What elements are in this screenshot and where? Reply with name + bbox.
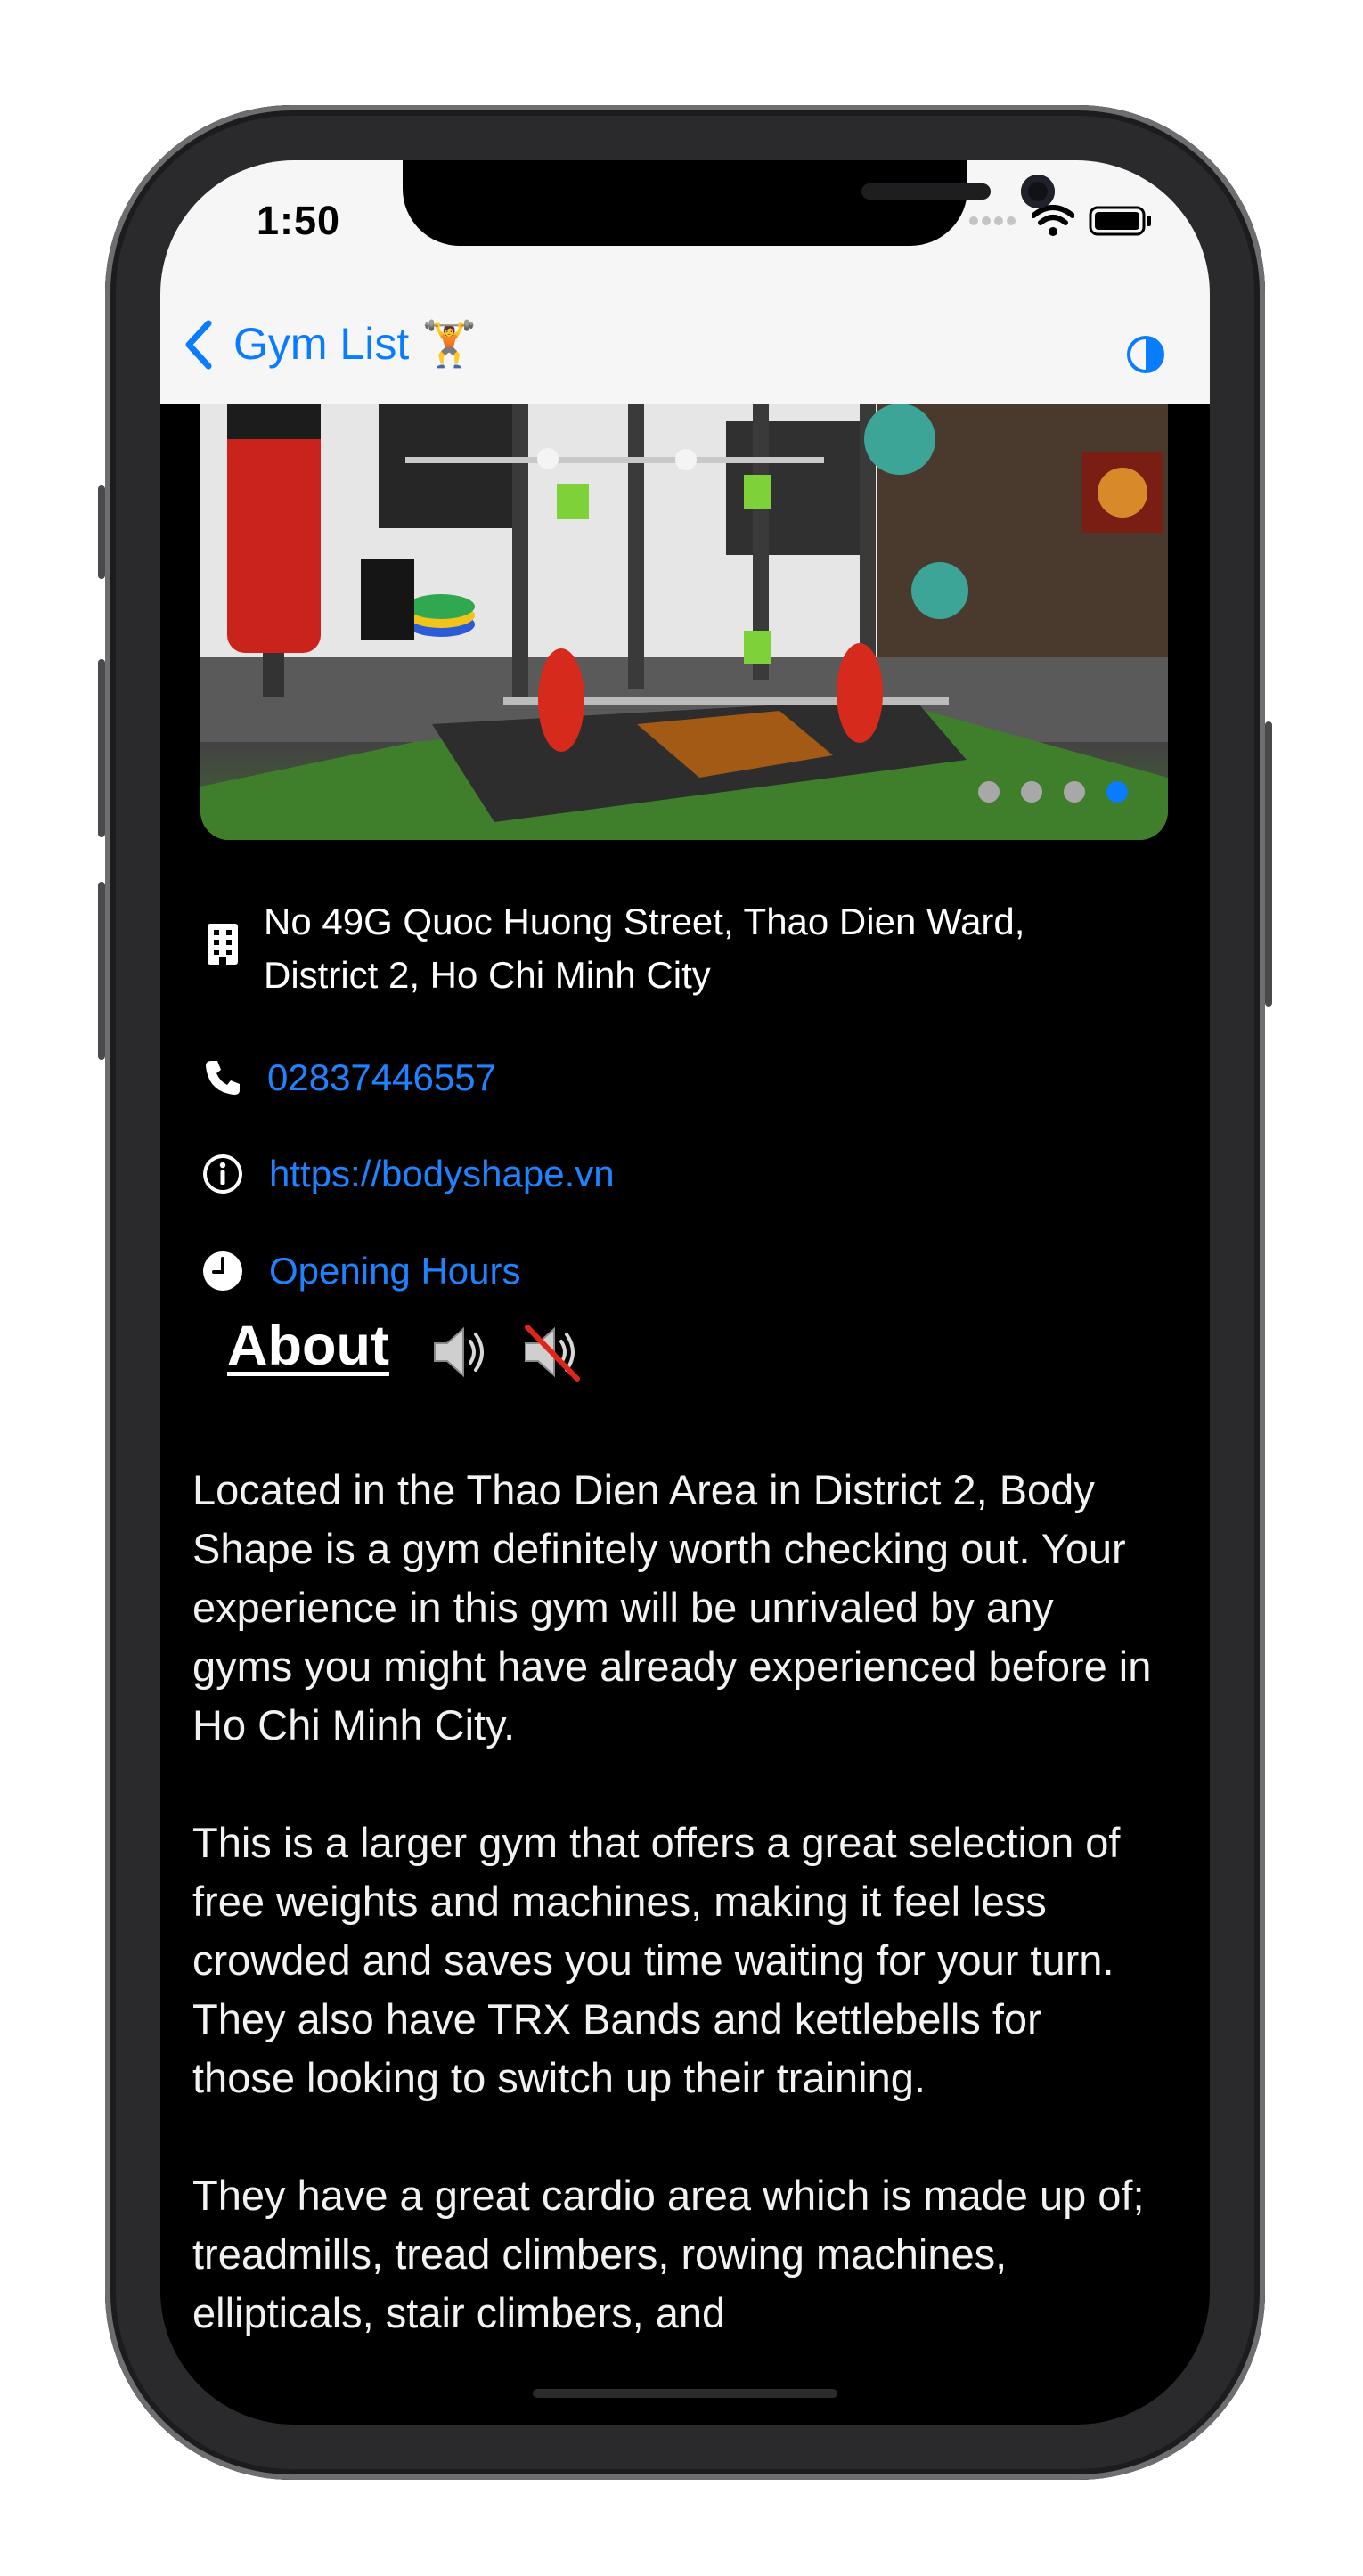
notch	[403, 160, 1055, 246]
mute-switch	[98, 485, 105, 579]
opening-hours-link[interactable]: Opening Hours	[269, 1244, 521, 1298]
about-paragraph: Located in the Thao Dien Area in Distric…	[192, 1466, 1152, 1749]
phone-icon	[200, 1056, 245, 1100]
back-button-label: Gym List 🏋️	[233, 319, 477, 369]
building-icon	[200, 922, 245, 966]
speaker-off-icon[interactable]	[518, 1320, 583, 1384]
navigation-bar: 1:50 Gym List 🏋️	[160, 160, 1210, 404]
battery-icon	[1089, 206, 1151, 236]
page-dot[interactable]	[1021, 781, 1042, 803]
about-text: Located in the Thao Dien Area in Distric…	[192, 1461, 1155, 2401]
gym-photo	[200, 404, 1168, 840]
about-heading: About	[227, 1315, 389, 1377]
page-dot[interactable]	[978, 781, 1000, 803]
back-button[interactable]: Gym List 🏋️	[184, 318, 477, 371]
earpiece	[861, 183, 991, 200]
clock-icon	[200, 1249, 245, 1293]
phone-link[interactable]: 02837446557	[267, 1051, 496, 1105]
gym-photo-carousel[interactable]	[200, 404, 1168, 840]
nav-row: Gym List 🏋️	[160, 306, 1210, 404]
front-camera	[1021, 175, 1055, 208]
speaker-on-icon[interactable]	[428, 1320, 492, 1384]
address-text: No 49G Quoc Huong Street, Thao Dien Ward…	[264, 901, 1025, 996]
volume-down-button	[98, 882, 105, 1060]
chevron-left-icon	[185, 320, 212, 369]
info-icon	[200, 1152, 245, 1196]
contrast-icon[interactable]	[1126, 335, 1165, 374]
carousel-page-indicator[interactable]	[978, 781, 1128, 803]
page-dot-active[interactable]	[1106, 781, 1128, 803]
wifi-icon	[1032, 205, 1074, 236]
power-button	[1265, 721, 1272, 1007]
signal-icon	[969, 216, 1016, 225]
page-dot[interactable]	[1064, 781, 1085, 803]
website-link[interactable]: https://bodyshape.vn	[269, 1147, 615, 1201]
status-icons	[967, 205, 1153, 237]
about-paragraph: This is a larger gym that offers a great…	[192, 1819, 1121, 2101]
home-indicator[interactable]	[533, 2389, 837, 2398]
screen: 1:50 Gym List 🏋️ No 49G Quoc Huong Stree…	[160, 160, 1210, 2425]
volume-up-button	[98, 659, 105, 837]
status-time: 1:50	[257, 198, 341, 243]
about-paragraph: They have a great cardio area which is m…	[192, 2172, 1145, 2336]
